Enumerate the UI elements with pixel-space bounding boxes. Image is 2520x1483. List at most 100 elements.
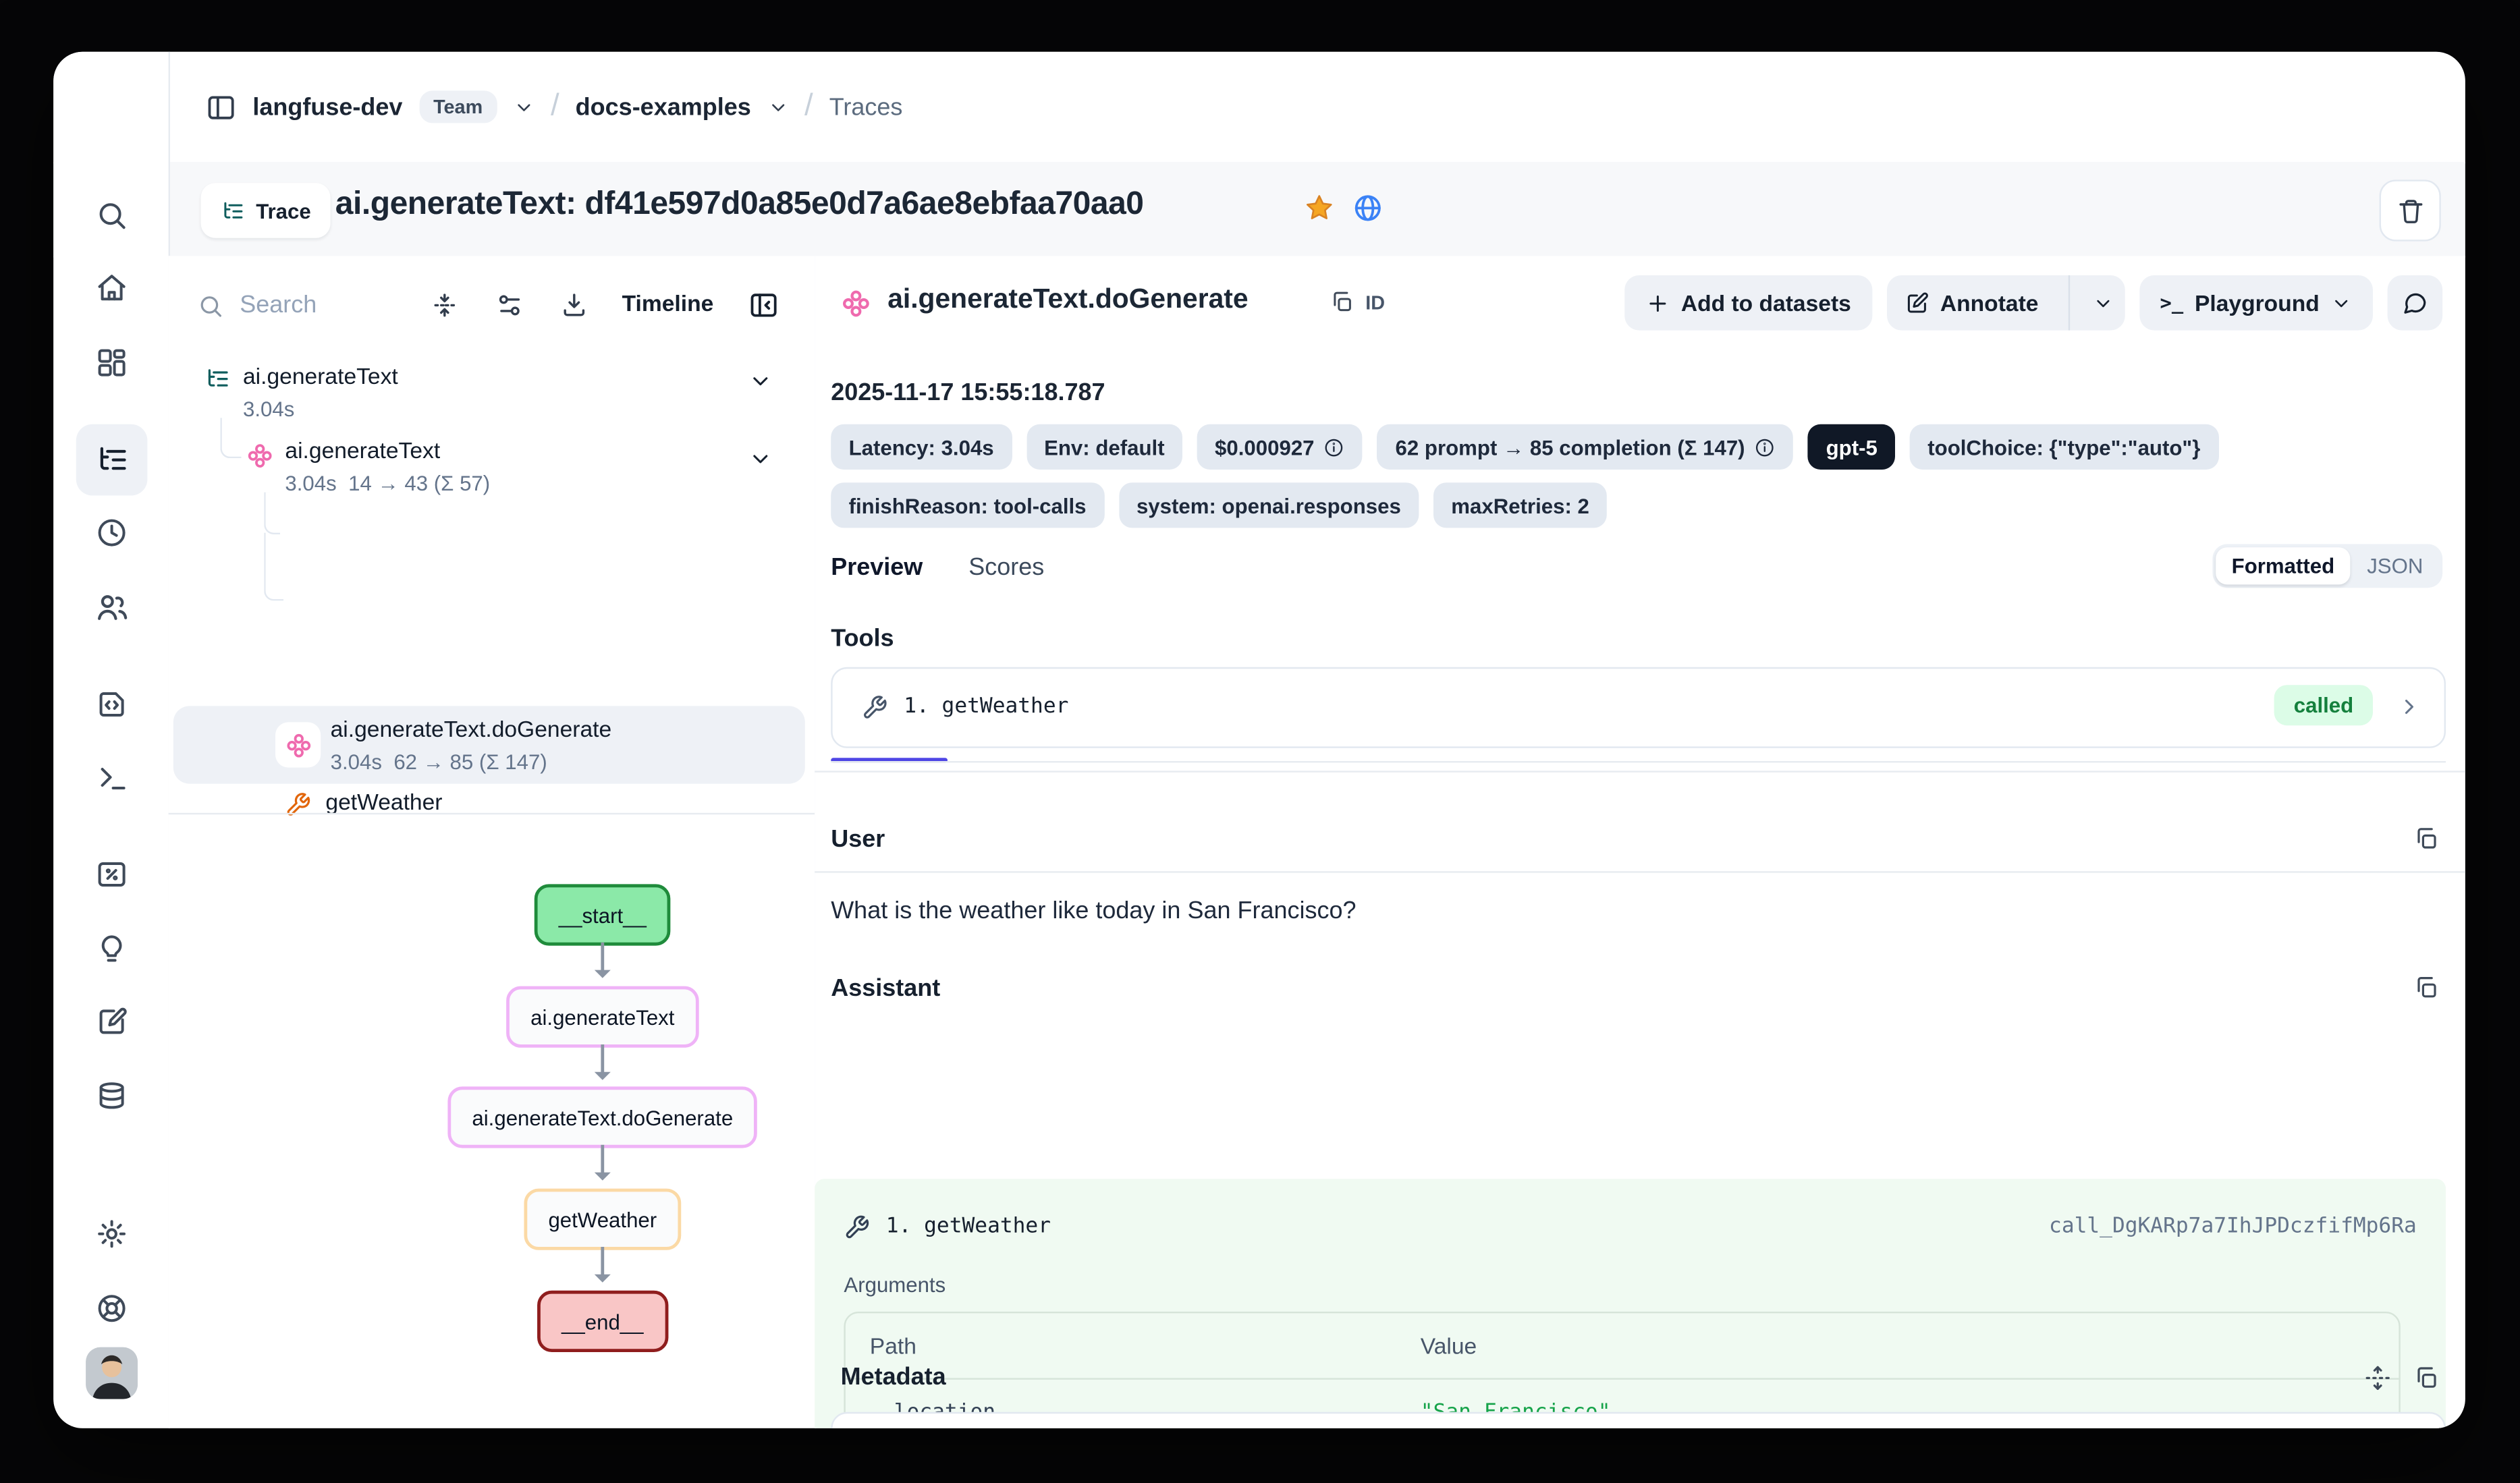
metadata-heading: Metadata (841, 1364, 946, 1391)
breadcrumb-project[interactable]: docs-examples (576, 93, 751, 121)
sidebar-toggle-icon[interactable] (206, 92, 237, 123)
cost-badge: $0.000927 (1197, 424, 1363, 470)
chevron-down-icon[interactable] (767, 96, 788, 117)
llm-judge-lightbulb-icon[interactable] (94, 932, 127, 965)
tree-item-duration: 3.04s (243, 397, 294, 421)
graph-node-end[interactable]: __end__ (537, 1291, 668, 1352)
badge-row-1: Latency: 3.04s Env: default $0.000927 62… (831, 424, 2218, 470)
info-icon[interactable] (1324, 437, 1345, 457)
user-avatar[interactable] (85, 1347, 137, 1399)
trace-type-label: Trace (256, 198, 311, 223)
token-usage-badge: 62 prompt → 85 completion (Σ 147) (1377, 424, 1793, 470)
tree-item-stats: 3.04s 62 → 85 (Σ 147) (331, 750, 547, 774)
prompts-file-code-icon[interactable] (94, 688, 127, 721)
graph-node-start[interactable]: __start__ (535, 884, 671, 945)
tree-connector (264, 533, 283, 601)
tracing-icon[interactable] (94, 443, 128, 476)
model-badge[interactable]: gpt-5 (1808, 424, 1895, 470)
copy-icon[interactable] (2413, 975, 2439, 1001)
tool-call-name: 1. getWeather (886, 1214, 1051, 1239)
chevron-down-icon[interactable] (514, 96, 535, 117)
copy-icon[interactable] (2413, 1365, 2439, 1391)
user-heading: User (831, 826, 885, 854)
list-tree-icon (204, 366, 229, 391)
datasets-database-icon[interactable] (94, 1080, 127, 1113)
panel-collapse-icon[interactable] (748, 290, 779, 321)
copy-icon[interactable] (1330, 290, 1354, 314)
chevron-down-icon[interactable] (748, 447, 773, 471)
annotate-dropdown-button[interactable] (2081, 275, 2125, 331)
view-settings-icon[interactable] (495, 291, 523, 319)
graph-edge (601, 1044, 604, 1077)
playground-terminal-icon[interactable] (94, 761, 127, 793)
graph-node-do-generate[interactable]: ai.generateText.doGenerate (447, 1086, 757, 1148)
dashboard-icon[interactable] (94, 347, 127, 379)
graph-node-get-weather[interactable]: getWeather (524, 1189, 681, 1250)
settings-gear-icon[interactable] (94, 1218, 127, 1250)
tree-item-label: ai.generateText.doGenerate (331, 716, 612, 742)
breadcrumb-page[interactable]: Traces (829, 93, 903, 121)
users-icon[interactable] (94, 590, 128, 624)
favorite-star-icon[interactable] (1304, 193, 1335, 232)
support-lifebuoy-icon[interactable] (94, 1292, 127, 1324)
column-header-path: Path (870, 1333, 916, 1358)
breadcrumb-org[interactable]: langfuse-dev (252, 93, 402, 121)
user-message: What is the weather like today in San Fr… (831, 897, 1356, 925)
tree-item-selected[interactable]: ai.generateText.doGenerate 3.04s 62 → 85… (173, 706, 805, 783)
tab-scores[interactable]: Scores (968, 554, 1044, 582)
annotation-clipboard-pen-icon[interactable] (94, 1005, 127, 1038)
metadata-table: Path Value (831, 1412, 2446, 1428)
wrench-icon (844, 1214, 869, 1240)
tree-connector (264, 493, 280, 534)
chevron-down-icon[interactable] (748, 369, 773, 393)
annotate-button[interactable]: Annotate (1887, 275, 2056, 331)
info-icon[interactable] (1755, 437, 1776, 457)
trace-type-badge: Trace (201, 183, 331, 238)
tool-name: 1. getWeather (904, 695, 1068, 719)
expand-icon[interactable] (2365, 1365, 2390, 1391)
tool-called-badge: called (2274, 685, 2373, 725)
id-label[interactable]: ID (1365, 291, 1385, 314)
search-icon (198, 293, 223, 318)
public-globe-icon[interactable] (1352, 193, 1384, 224)
copy-icon[interactable] (2413, 826, 2439, 851)
trace-title: ai.generateText: df41e597d0a85e0d7a6ae8e… (335, 186, 1144, 223)
sessions-clock-icon[interactable] (94, 517, 127, 549)
app-window: langfuse-dev Team / docs-examples / Trac… (53, 52, 2465, 1428)
home-icon[interactable] (94, 272, 127, 304)
observation-timestamp: 2025-11-17 15:55:18.787 (831, 379, 1105, 407)
tree-search-input[interactable] (236, 290, 421, 321)
add-to-datasets-button[interactable]: Add to datasets (1624, 275, 1872, 331)
comments-button[interactable] (2388, 275, 2443, 331)
formatted-toggle-option[interactable]: Formatted (2216, 547, 2351, 584)
delete-trace-button[interactable] (2380, 179, 2441, 241)
collapse-all-icon[interactable] (431, 291, 458, 319)
json-toggle-option[interactable]: JSON (2351, 547, 2439, 584)
search-icon[interactable] (94, 199, 127, 231)
evaluation-percent-icon[interactable] (94, 858, 127, 891)
screenshot-stage: langfuse-dev Team / docs-examples / Trac… (0, 0, 2520, 1483)
download-icon[interactable] (560, 291, 588, 319)
observation-actions: Add to datasets Annotate >_ Playground (1624, 275, 2442, 331)
generation-icon-chip (275, 722, 321, 767)
top-navbar: langfuse-dev Team / docs-examples / Trac… (53, 52, 2465, 164)
column-header-value: Value (1421, 1333, 1477, 1358)
section-divider (815, 771, 2465, 772)
generation-icon (246, 442, 274, 470)
tab-preview[interactable]: Preview (831, 554, 923, 582)
tools-card[interactable]: 1. getWeather called (831, 667, 2446, 748)
terminal-glyph: >_ (2160, 291, 2183, 314)
split-divider (2068, 275, 2069, 331)
graph-node-generate-text[interactable]: ai.generateText (506, 986, 699, 1048)
graph-edge (601, 1247, 604, 1279)
format-toggle: Formatted JSON (2212, 544, 2442, 588)
latency-badge: Latency: 3.04s (831, 424, 1012, 470)
timeline-toggle[interactable]: Timeline (622, 290, 714, 316)
playground-button[interactable]: >_ Playground (2139, 275, 2373, 331)
tree-graph-divider (169, 813, 815, 814)
assistant-heading: Assistant (831, 975, 940, 1003)
section-divider (815, 871, 2465, 872)
chevron-right-icon[interactable] (2397, 695, 2421, 719)
org-plan-badge: Team (418, 90, 497, 123)
tree-item-label: getWeather (325, 789, 442, 814)
